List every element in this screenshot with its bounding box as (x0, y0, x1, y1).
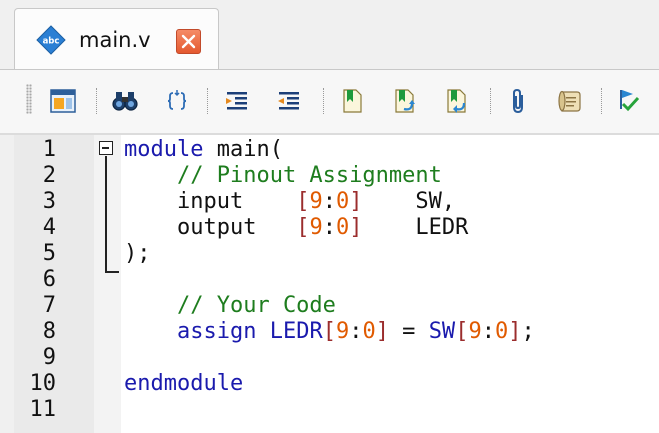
toolbar-grip[interactable] (26, 84, 32, 114)
code-token: : (322, 189, 336, 214)
code-token: main( (203, 137, 283, 162)
code-line[interactable]: module main( (124, 137, 283, 163)
code-token: : (481, 319, 495, 344)
code-token: = (388, 319, 429, 344)
code-token: ); (124, 241, 151, 266)
run-flag-icon[interactable] (615, 87, 643, 115)
code-token: ; (521, 319, 535, 344)
scroll-icon[interactable] (555, 87, 583, 115)
code-token: 9 (468, 319, 482, 344)
code-token: : (322, 215, 336, 240)
svg-text:abc: abc (43, 37, 60, 47)
code-token: LEDR (269, 319, 323, 344)
window-layout-icon[interactable] (49, 87, 77, 115)
code-token: ] (349, 215, 363, 240)
code-token: assign (124, 319, 270, 344)
editor-left-margin (0, 135, 14, 433)
code-token: SW (428, 319, 456, 344)
code-token: endmodule (124, 371, 244, 396)
line-number: 5 (42, 241, 56, 266)
code-token: // Your Code (124, 293, 336, 318)
code-token: 9 (309, 215, 323, 240)
code-token: [ (322, 319, 336, 344)
code-token: LEDR (362, 215, 469, 240)
toolbar-separator (601, 88, 602, 114)
code-token: [ (296, 215, 310, 240)
code-token: output (124, 215, 297, 240)
tab-strip: abc main.v (0, 0, 659, 70)
tab-main-v[interactable]: abc main.v (14, 8, 219, 70)
tab-title: main.v (79, 28, 151, 52)
code-token: 0 (494, 319, 509, 344)
line-number: 9 (42, 345, 56, 370)
line-number: 1 (42, 137, 56, 162)
bookmark-next-icon[interactable] (390, 87, 418, 115)
code-line[interactable]: endmodule (124, 371, 243, 397)
outdent-icon[interactable] (275, 87, 303, 115)
code-token: SW, (362, 189, 456, 214)
line-number: 2 (42, 163, 56, 188)
code-token: ] (349, 189, 363, 214)
toolbar-separator (323, 88, 324, 114)
code-token: 0 (335, 215, 350, 240)
code-line[interactable]: // Pinout Assignment (124, 163, 442, 189)
code-line[interactable]: // Your Code (124, 293, 336, 319)
code-token: // Pinout Assignment (124, 163, 442, 188)
code-token: : (349, 319, 363, 344)
line-number: 7 (42, 293, 56, 318)
line-number: 4 (42, 215, 56, 240)
fold-guide-line (105, 156, 107, 273)
line-number: 11 (29, 397, 57, 422)
code-token: 0 (362, 319, 376, 344)
toolbar-separator (207, 88, 208, 114)
abc-file-icon: abc (36, 25, 66, 55)
code-token: ] (508, 319, 522, 344)
code-token: 9 (335, 319, 350, 344)
bookmark-icon[interactable] (338, 87, 366, 115)
code-token: [ (455, 319, 469, 344)
code-token: 0 (335, 189, 350, 214)
fold-margin[interactable] (94, 135, 121, 433)
line-number: 6 (42, 267, 56, 292)
line-number: 10 (29, 371, 57, 396)
line-number: 8 (42, 319, 56, 344)
code-token: ] (375, 319, 389, 344)
line-number: 3 (42, 189, 56, 214)
fold-toggle-icon[interactable] (99, 141, 113, 155)
binoculars-find-icon[interactable] (111, 87, 139, 115)
toolbar-separator (96, 88, 97, 114)
code-line[interactable]: output [9:0] LEDR (124, 215, 468, 241)
code-token: [ (296, 189, 310, 214)
code-token: input (124, 189, 297, 214)
braces-match-icon[interactable] (163, 87, 191, 115)
close-icon[interactable] (176, 29, 201, 54)
fold-guide-end (105, 271, 119, 273)
indent-icon[interactable] (223, 87, 251, 115)
bookmark-prev-icon[interactable] (442, 87, 470, 115)
toolbar-separator (490, 88, 491, 114)
code-line[interactable]: assign LEDR[9:0] = SW[9:0]; (124, 319, 535, 345)
code-line[interactable]: input [9:0] SW, (124, 189, 455, 215)
code-token: module (124, 137, 204, 162)
code-token: 9 (309, 189, 323, 214)
code-line[interactable]: ); (124, 241, 151, 267)
paperclip-icon[interactable] (505, 87, 533, 115)
toolbar (0, 70, 659, 133)
